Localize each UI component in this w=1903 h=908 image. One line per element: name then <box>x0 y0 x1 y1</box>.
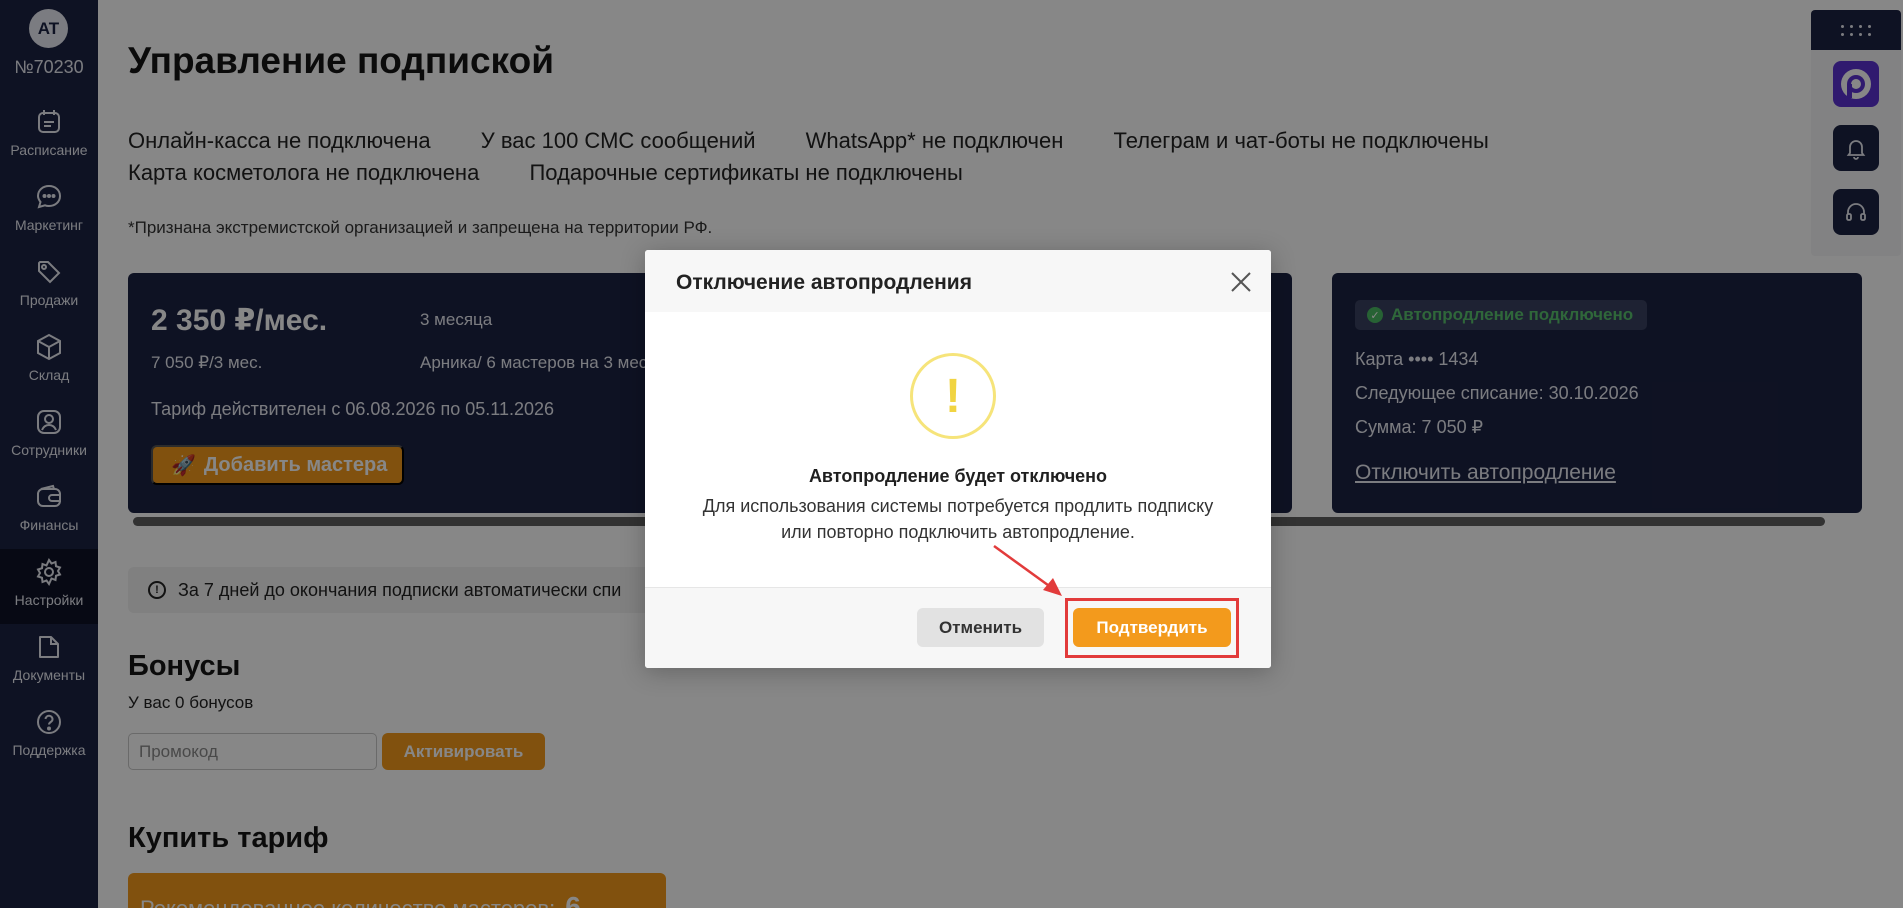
dialog-title: Отключение автопродления <box>676 271 972 294</box>
dialog-heading: Автопродление будет отключено <box>808 466 1108 486</box>
close-icon <box>1231 272 1251 292</box>
disable-autopay-dialog: Отключение автопродления ! Автопродление… <box>645 250 1271 668</box>
close-button[interactable] <box>1227 268 1255 296</box>
dialog-footer: Отменить Подтвердить <box>645 587 1271 668</box>
warning-icon: ! <box>910 353 996 439</box>
confirm-button[interactable]: Подтвердить <box>1073 608 1231 647</box>
cancel-button[interactable]: Отменить <box>917 608 1044 647</box>
dialog-message: Для использования системы потребуется пр… <box>702 496 1214 542</box>
dialog-header: Отключение автопродления <box>645 250 1271 312</box>
